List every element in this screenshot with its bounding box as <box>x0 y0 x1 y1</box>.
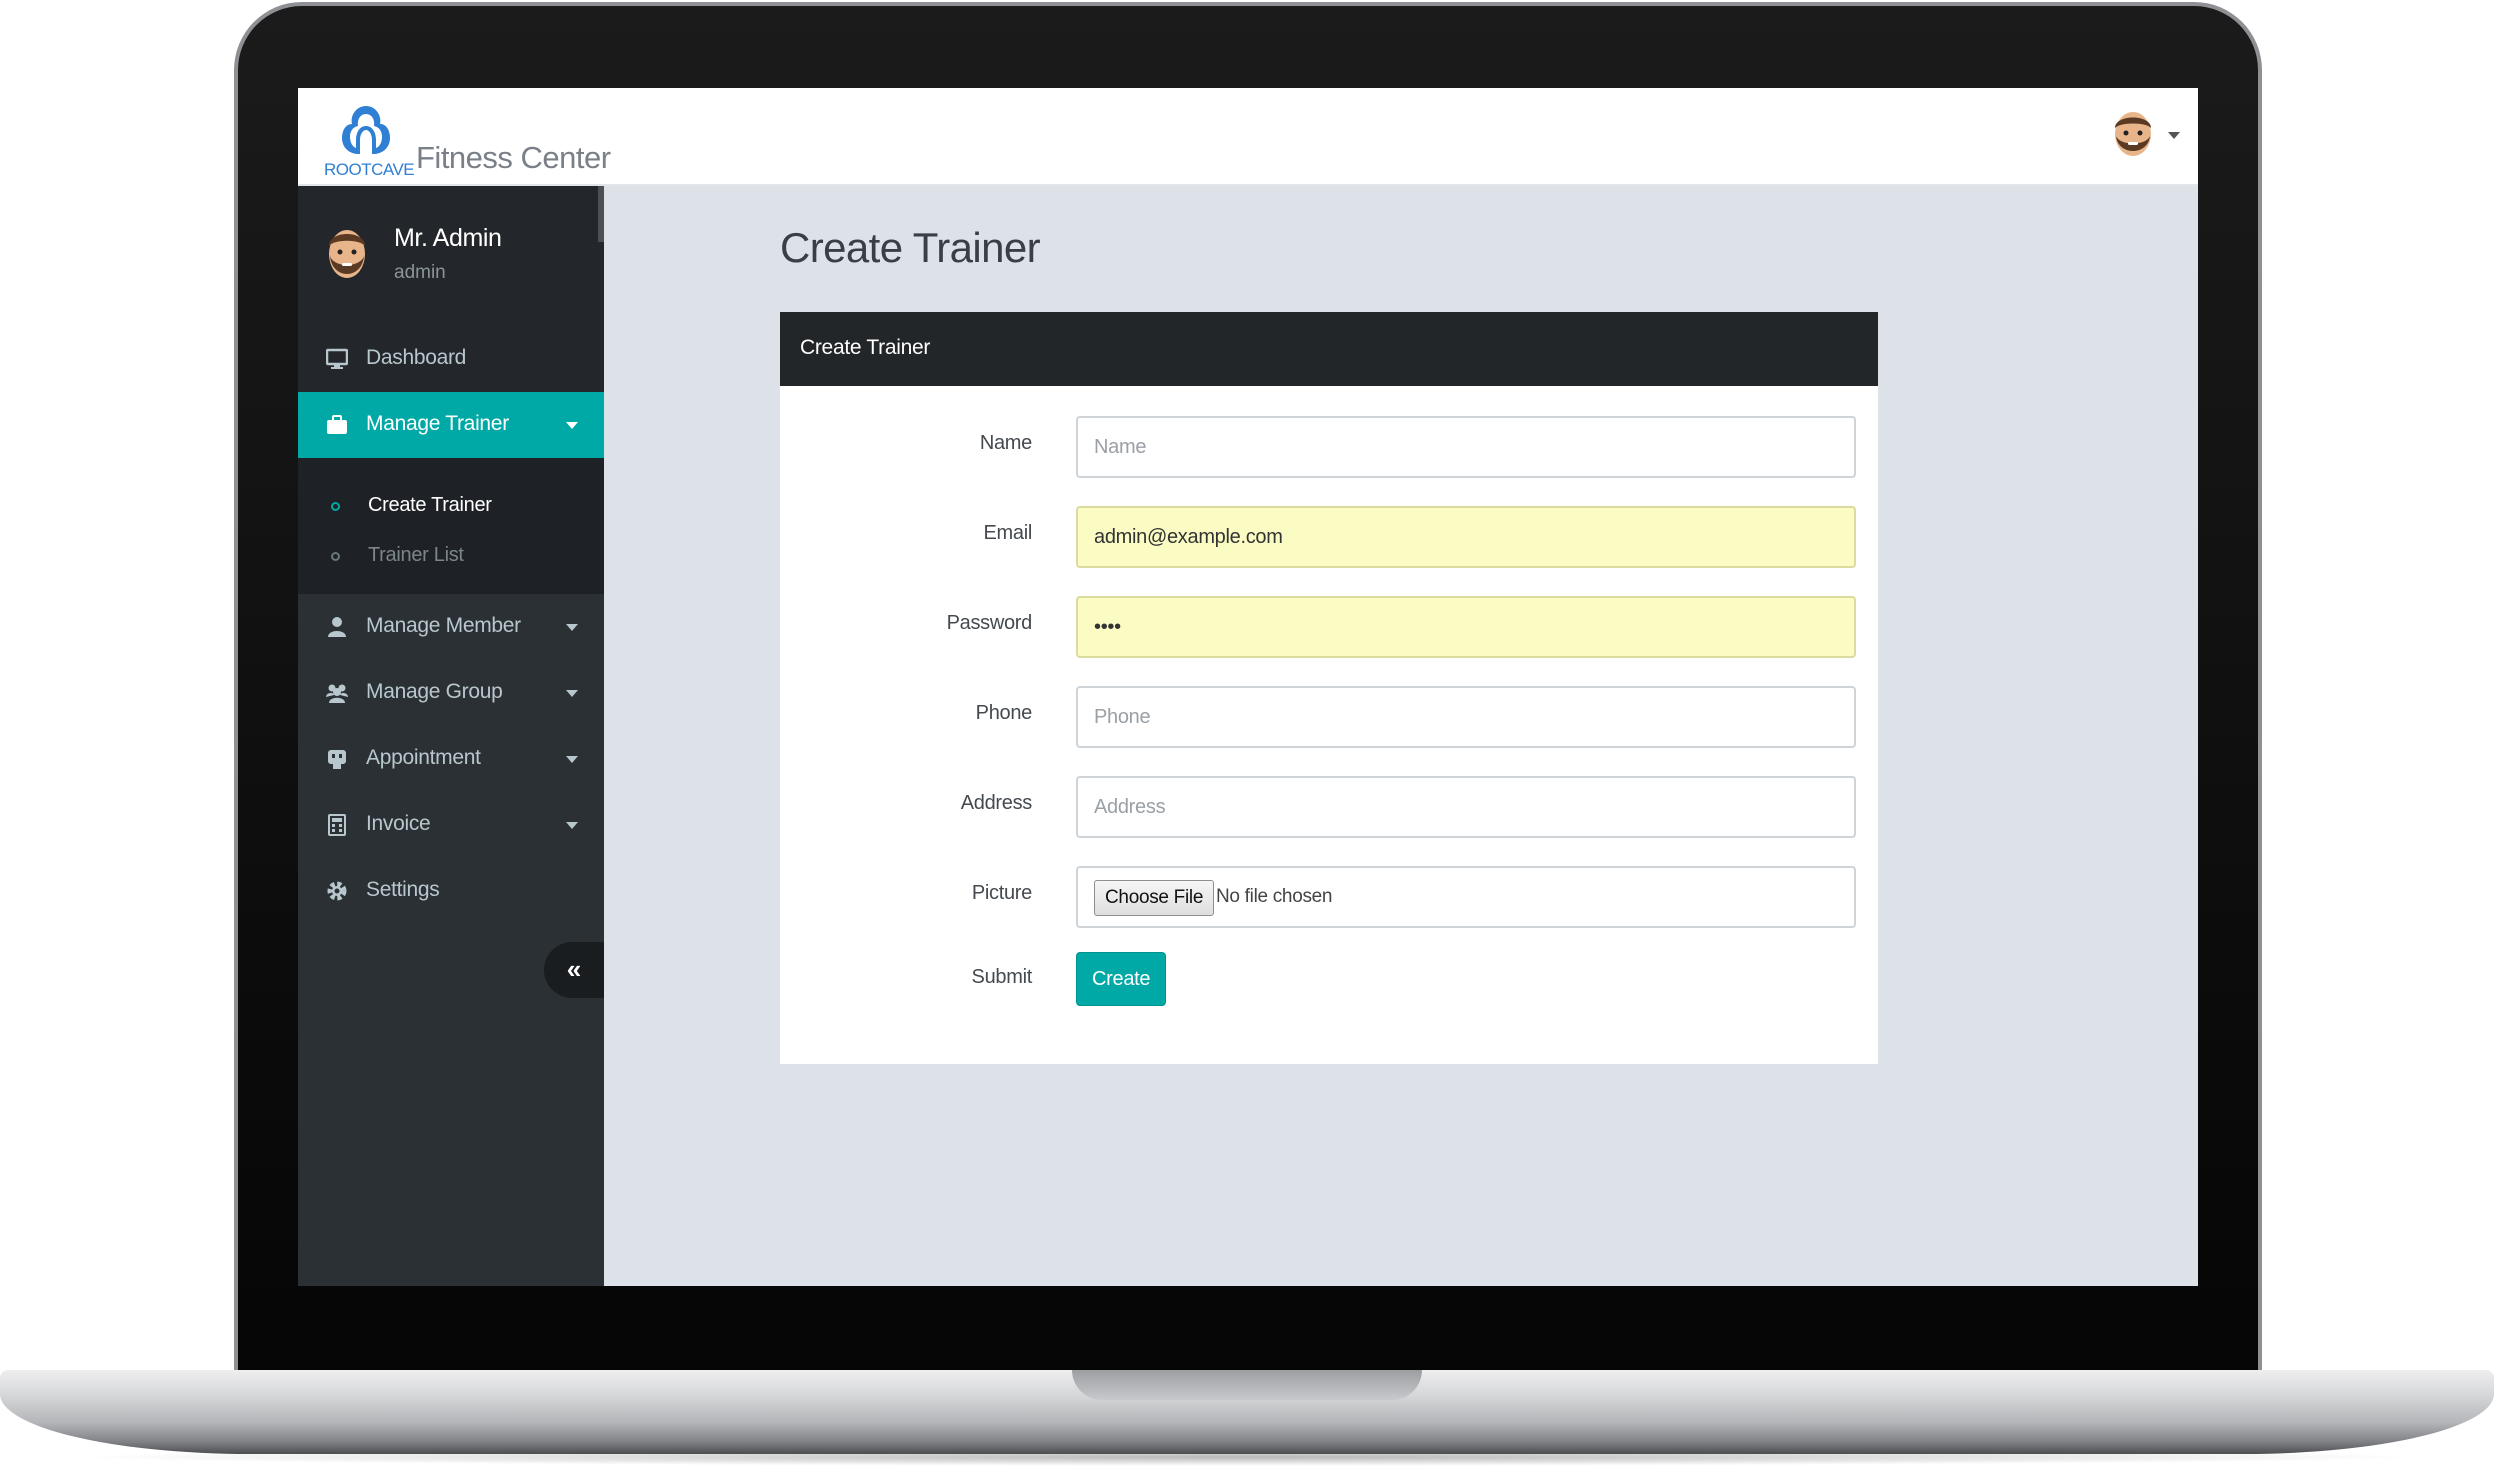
sidebar-item-settings[interactable]: Settings <box>298 858 604 924</box>
form-row-password: Password <box>780 596 1878 658</box>
picture-label: Picture <box>971 882 1032 904</box>
name-input[interactable] <box>1076 416 1856 478</box>
laptop-notch <box>1072 1370 1422 1400</box>
sidebar-item-label: Manage Trainer <box>366 412 509 435</box>
user-role: admin <box>394 262 446 283</box>
file-status-text: No file chosen <box>1216 886 1333 907</box>
brand-logo[interactable]: ROOTCAVE <box>324 102 415 179</box>
sidebar-item-label: Invoice <box>366 812 431 835</box>
submenu-manage-trainer: Create Trainer Trainer List <box>298 458 604 594</box>
choose-file-button[interactable]: Choose File <box>1094 880 1215 916</box>
submenu-item-label: Trainer List <box>368 544 464 566</box>
header-avatar-icon[interactable] <box>2110 108 2156 160</box>
form-row-phone: Phone <box>780 686 1878 748</box>
form-row-submit: Submit Create <box>780 952 1878 1014</box>
page-title: Create Trainer <box>780 224 1041 271</box>
sidebar-item-manage-group[interactable]: Manage Group <box>298 660 604 726</box>
password-input[interactable] <box>1076 596 1856 658</box>
submenu-item-label: Create Trainer <box>368 494 492 516</box>
desktop-icon <box>325 348 349 370</box>
phone-label: Phone <box>975 702 1033 724</box>
users-icon <box>326 682 348 704</box>
sidebar-item-dashboard[interactable]: Dashboard <box>298 326 604 392</box>
user-icon <box>326 616 348 638</box>
sidebar-item-label: Settings <box>366 878 440 901</box>
appointment-icon <box>326 748 348 770</box>
circle-icon <box>331 502 340 511</box>
brand-title[interactable]: Fitness Center <box>416 140 611 176</box>
submenu-item-trainer-list[interactable]: Trainer List <box>298 534 604 582</box>
name-label: Name <box>979 432 1032 454</box>
sidebar-item-manage-trainer[interactable]: Manage Trainer <box>298 392 604 458</box>
sidebar-scrollbar[interactable] <box>598 186 604 242</box>
sidebar-item-label: Appointment <box>366 746 481 769</box>
create-button[interactable]: Create <box>1076 952 1167 1006</box>
sidebar: Mr. Admin admin Dashboard Manage Trainer… <box>298 186 604 1286</box>
form-row-name: Name <box>780 416 1878 478</box>
user-panel: Mr. Admin admin <box>298 186 604 326</box>
submit-label: Submit <box>971 966 1033 988</box>
card-header: Create Trainer <box>780 312 1878 386</box>
address-label: Address <box>960 792 1033 814</box>
email-label: Email <box>983 522 1032 544</box>
caret-down-icon <box>566 422 578 429</box>
phone-input[interactable] <box>1076 686 1856 748</box>
card-title: Create Trainer <box>800 336 931 359</box>
sidebar-collapse-button[interactable]: « <box>544 942 604 998</box>
submenu-item-create-trainer[interactable]: Create Trainer <box>298 484 604 532</box>
form-row-email: Email <box>780 506 1878 568</box>
password-label: Password <box>946 612 1033 634</box>
form-row-address: Address <box>780 776 1878 838</box>
user-avatar-icon <box>324 224 370 284</box>
top-header: ROOTCAVE Fitness Center <box>298 88 2198 186</box>
caret-down-icon <box>566 624 578 631</box>
picture-file-input[interactable]: Choose File No file chosen <box>1076 866 1856 928</box>
sidebar-item-label: Dashboard <box>366 346 467 369</box>
calculator-icon <box>326 814 348 836</box>
address-input[interactable] <box>1076 776 1856 838</box>
gear-icon <box>326 880 348 902</box>
user-name: Mr. Admin <box>394 224 502 252</box>
sidebar-item-appointment[interactable]: Appointment <box>298 726 604 792</box>
email-input[interactable] <box>1076 506 1856 568</box>
brand-small-text: ROOTCAVE <box>324 160 415 179</box>
sidebar-item-invoice[interactable]: Invoice <box>298 792 604 858</box>
app-screen: ROOTCAVE Fitness Center Mr. Admin admin … <box>298 88 2198 1286</box>
caret-down-icon[interactable] <box>2168 132 2180 139</box>
form-row-picture: Picture Choose File No file chosen <box>780 866 1878 928</box>
caret-down-icon <box>566 690 578 697</box>
sidebar-item-label: Manage Member <box>366 614 521 637</box>
caret-down-icon <box>566 822 578 829</box>
briefcase-icon <box>326 414 348 436</box>
rootcave-logo-icon <box>342 106 390 154</box>
sidebar-item-manage-member[interactable]: Manage Member <box>298 594 604 660</box>
circle-icon <box>331 552 340 561</box>
sidebar-item-label: Manage Group <box>366 680 503 703</box>
caret-down-icon <box>566 756 578 763</box>
create-trainer-card: Create Trainer Name Email Password Phone… <box>780 312 1878 1064</box>
